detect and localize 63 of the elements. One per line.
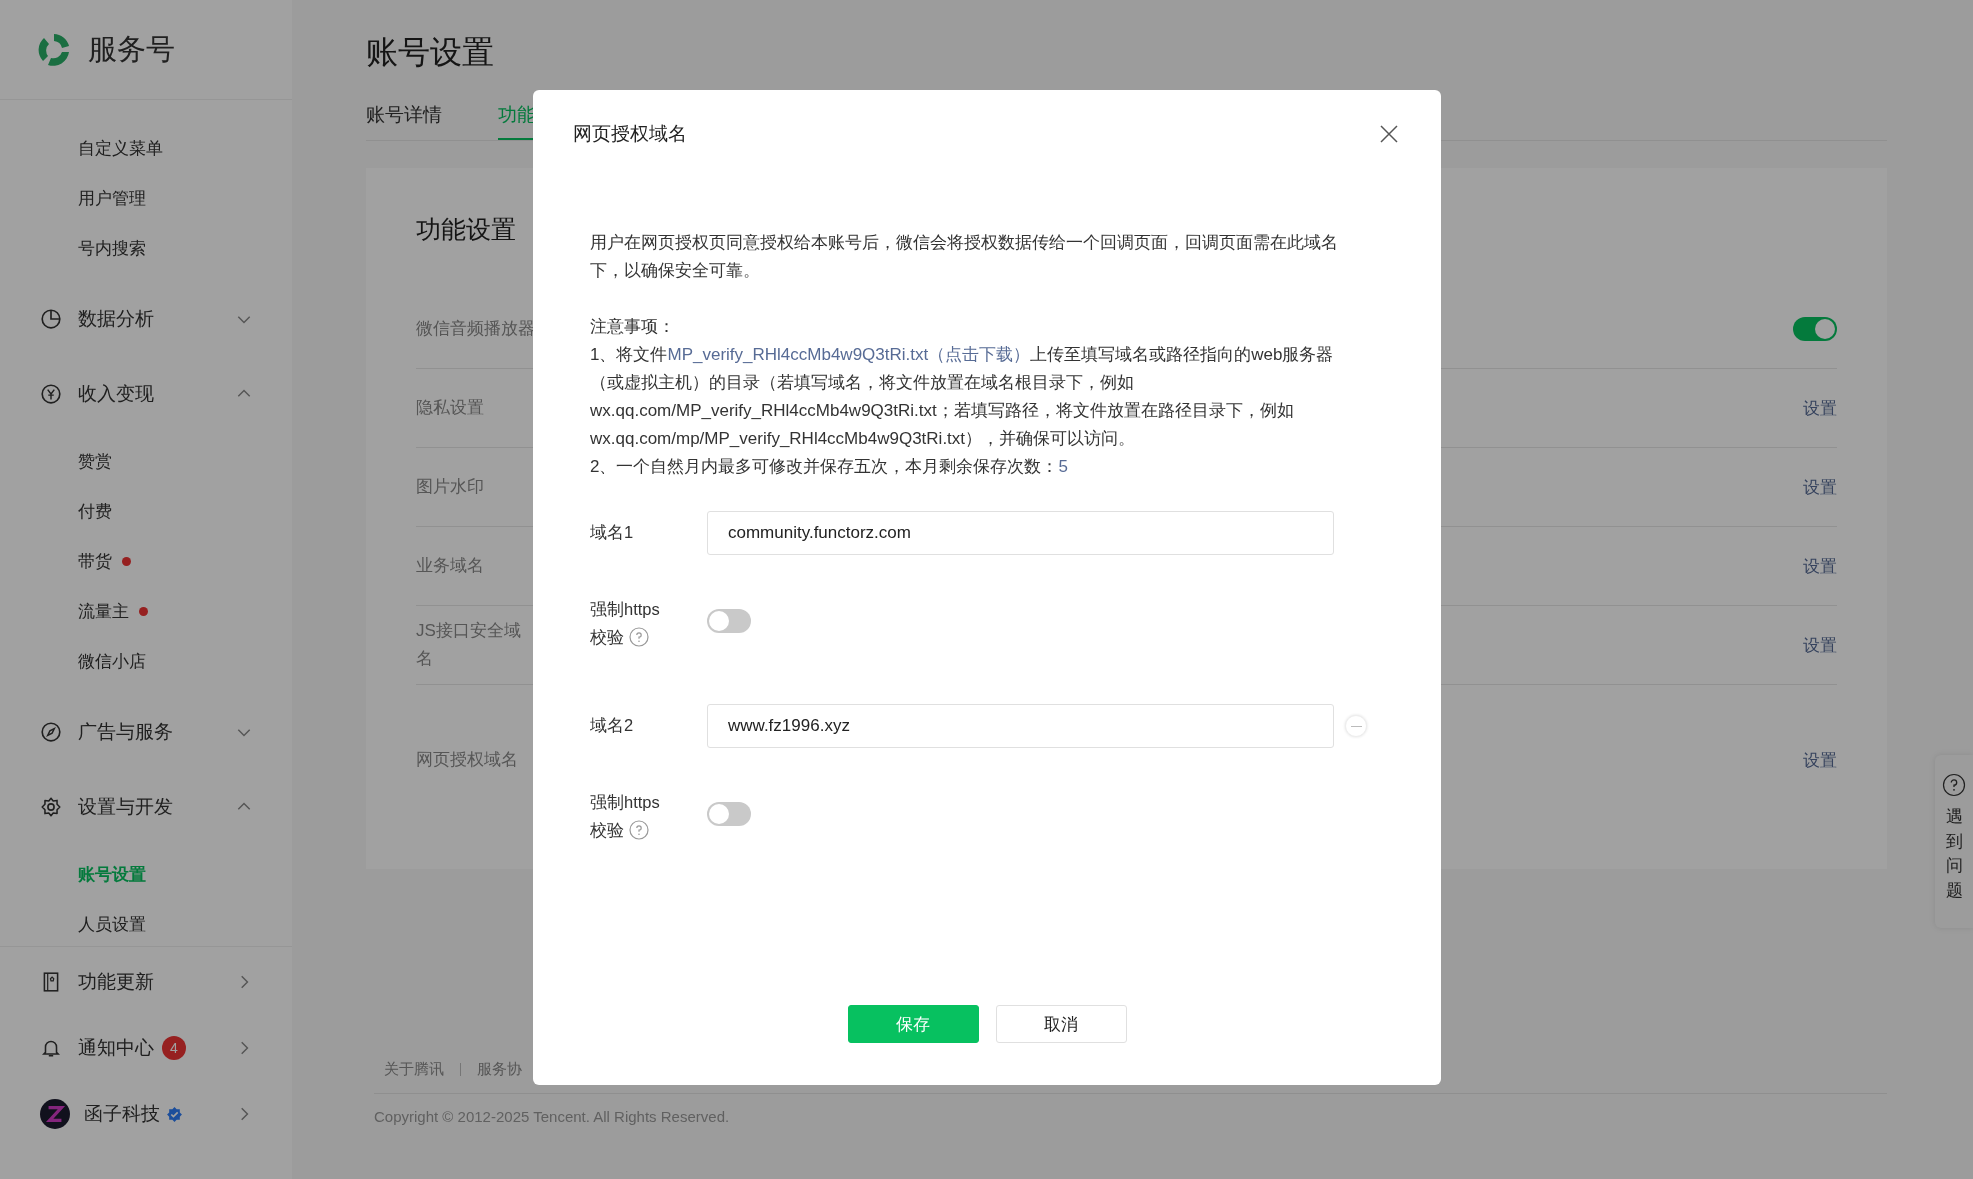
notes-title: 注意事项： — [590, 316, 676, 338]
field-label: 校验 — [590, 820, 624, 841]
settings-link[interactable]: 设置 — [1803, 633, 1837, 657]
chart-icon — [40, 307, 62, 330]
nav-item[interactable]: 自定义菜单 — [78, 136, 163, 160]
help-icon[interactable] — [629, 820, 649, 840]
setting-label: 微信音频播放器 — [416, 318, 536, 340]
nav-item[interactable]: 号内搜索 — [78, 236, 146, 260]
dialog-title: 网页授权域名 — [573, 122, 687, 146]
field-label: 域名2 — [590, 715, 635, 736]
page-title: 账号设置 — [366, 33, 495, 72]
yen-icon — [40, 382, 62, 405]
settings-link[interactable]: 设置 — [1803, 475, 1837, 499]
field-label: 域名1 — [590, 522, 635, 543]
help-panel[interactable]: 遇到问题 — [1935, 755, 1973, 928]
settings-icon — [40, 795, 62, 818]
description-text: 用户在网页授权页同意授权给本账号后，微信会将授权数据传给一个回调页面，回调页面需在此域名下，以确保安全可靠。 — [590, 232, 1339, 282]
avatar-icon — [40, 1099, 70, 1129]
help-icon[interactable] — [629, 627, 649, 647]
card-title: 功能设置 — [416, 214, 516, 245]
nav-item[interactable]: 人员设置 — [78, 912, 146, 936]
nav-group[interactable]: 通知中心 4 — [0, 1015, 292, 1081]
nav-item[interactable]: 付费 — [78, 499, 112, 523]
settings-link[interactable]: 设置 — [1803, 748, 1837, 772]
nav-group[interactable]: 设置与开发 — [0, 769, 292, 844]
note-text: 1、将文件MP_verify_RHl4ccMb4w9Q3tRi.txt（点击下载）上传至填写域名或路径指向的web服务器（或虚拟主机）的目录（若填写域名，将文件放置在域名根目录下，例如wx.qq.com/MP_verify_RHl4ccMb4w9Q3tRi.txt；若填写路径，将文件放置在路径目录下，例如wx.qq.com/mp/MP_verify_RHl4ccMb4w9Q3tRi.txt），并确保可以访问。 — [590, 344, 1335, 450]
help-label: 遇到问题 — [1945, 806, 1963, 902]
toggle-switch[interactable] — [707, 609, 751, 633]
nav-group[interactable]: 数据分析 — [0, 281, 292, 356]
nav-item[interactable]: 带货 — [78, 549, 112, 573]
toggle-switch[interactable] — [707, 802, 751, 826]
count-badge: 4 — [162, 1036, 186, 1060]
setting-label: 图片水印 — [416, 476, 485, 498]
field-label: 强制https — [590, 599, 661, 620]
settings-link[interactable]: 设置 — [1803, 396, 1837, 420]
cancel-button[interactable]: 取消 — [995, 1005, 1127, 1043]
setting-label: 隐私设置 — [416, 397, 485, 419]
setting-label: 业务域名 — [416, 555, 485, 577]
brand-name: 服务号 — [88, 31, 175, 67]
tab[interactable]: 账号详情 — [366, 102, 442, 140]
toggle-switch[interactable] — [1793, 317, 1837, 341]
note-text: 2、一个自然月内最多可修改并保存五次，本月剩余保存次数：5 — [590, 456, 1069, 478]
nav-group[interactable]: 功能更新 — [0, 949, 292, 1015]
nav-group[interactable]: 广告与服务 — [0, 694, 292, 769]
nav-item[interactable]: 微信小店 — [78, 649, 146, 673]
setting-label: 网页授权域名 — [416, 749, 519, 771]
field-label: 强制https — [590, 792, 661, 813]
nav-group[interactable]: 函子科技 — [0, 1081, 292, 1147]
field-label: 校验 — [590, 627, 624, 648]
nav-item[interactable]: 流量主 — [78, 599, 129, 623]
domain-input[interactable]: www.fz1996.xyz — [707, 704, 1334, 748]
download-link[interactable]: MP_verify_RHl4ccMb4w9Q3tRi.txt（点击下载） — [667, 345, 1031, 364]
setting-label: JS接口安全域名 — [416, 620, 522, 670]
close-icon[interactable] — [1379, 124, 1399, 144]
nav-item[interactable]: 赞赏 — [78, 449, 112, 473]
nav-group[interactable]: 收入变现 — [0, 356, 292, 431]
nav-item[interactable]: 用户管理 — [78, 186, 146, 210]
settings-link[interactable]: 设置 — [1803, 554, 1837, 578]
help-icon — [1942, 773, 1966, 797]
copyright-text: Copyright © 2012-2025 Tencent. All Rights Reserved. — [374, 1107, 731, 1125]
domain-input[interactable]: community.functorz.com — [707, 511, 1334, 555]
remove-button[interactable] — [1345, 715, 1367, 737]
compass-icon — [40, 720, 62, 743]
